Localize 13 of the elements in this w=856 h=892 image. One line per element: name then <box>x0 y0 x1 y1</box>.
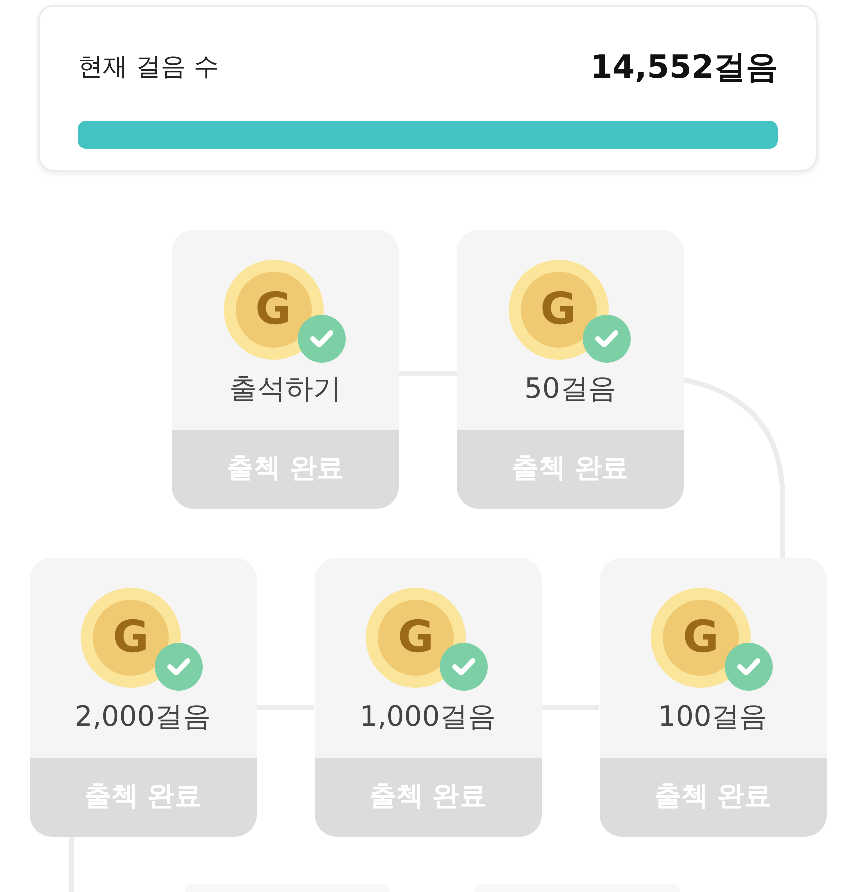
connector-line <box>70 837 74 892</box>
coin-icon: G <box>81 588 181 688</box>
coin-icon: G <box>224 260 324 360</box>
coin-icon: G <box>508 260 608 360</box>
step-goal-label: 100걸음 <box>658 699 768 735</box>
coin-icon: G <box>651 588 751 688</box>
coin-icon: G <box>366 588 466 688</box>
step-count-label: 현재 걸음 수 <box>78 51 219 84</box>
step-goal-label: 50걸음 <box>524 371 616 407</box>
step-count-value: 14,552걸음 <box>590 47 778 88</box>
step-goal-label: 출석하기 <box>230 371 342 407</box>
step-goal-label: 1,000걸음 <box>360 699 496 735</box>
step-goal-label: 2,000걸음 <box>74 699 212 735</box>
